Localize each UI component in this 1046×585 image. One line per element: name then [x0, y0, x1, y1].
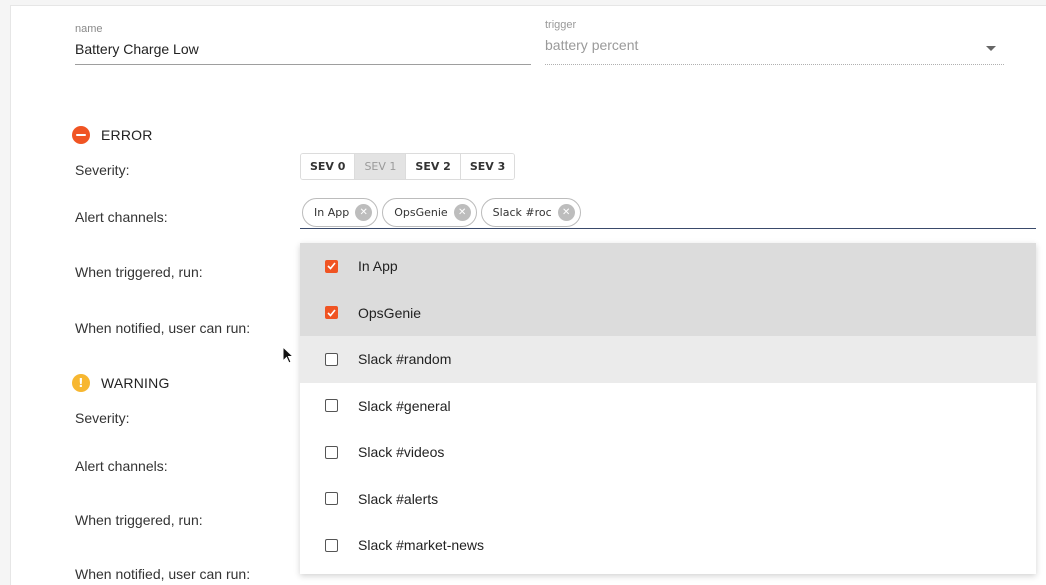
severity-toggle-group: SEV 0 SEV 1 SEV 2 SEV 3 — [300, 153, 516, 180]
trigger-select[interactable]: trigger battery percent — [545, 19, 1004, 65]
option-label: Slack #alerts — [358, 490, 439, 507]
option-label: Slack #random — [358, 351, 452, 368]
chip-label: OpsGenie — [394, 206, 448, 219]
option-slack-general[interactable]: Slack #general — [300, 383, 1036, 430]
sev1-button[interactable]: SEV 1 — [355, 154, 407, 179]
checkbox-icon[interactable] — [325, 538, 338, 552]
sev2-button[interactable]: SEV 2 — [406, 154, 461, 179]
checkbox-icon[interactable] — [325, 352, 338, 366]
checkbox-icon[interactable] — [325, 445, 338, 459]
error-when-triggered-label: When triggered, run: — [75, 264, 203, 280]
chip-slack-roc[interactable]: Slack #roc ✕ — [480, 198, 581, 227]
chevron-down-icon[interactable] — [986, 46, 996, 51]
chip-label: In App — [314, 206, 350, 219]
exclamation-circle-icon: ! — [72, 374, 90, 392]
trigger-underline — [545, 64, 1004, 65]
name-label: name — [75, 23, 103, 35]
option-opsgenie[interactable]: OpsGenie — [300, 289, 1036, 336]
warning-severity-label: Severity: — [75, 410, 130, 426]
mouse-cursor-icon — [282, 346, 294, 364]
close-icon[interactable]: ✕ — [557, 204, 575, 221]
name-underline — [75, 64, 531, 65]
name-field[interactable]: name Battery Charge Low — [75, 23, 531, 65]
option-label: Slack #general — [358, 397, 451, 414]
warning-section-header: ! WARNING — [72, 374, 170, 392]
option-label: OpsGenie — [358, 304, 422, 321]
chip-opsgenie[interactable]: OpsGenie ✕ — [382, 198, 477, 227]
chip-in-app[interactable]: In App ✕ — [302, 198, 379, 227]
trigger-value[interactable]: battery percent — [545, 37, 1004, 53]
minus-circle-icon — [72, 126, 90, 144]
option-slack-market-news[interactable]: Slack #market-news — [300, 522, 1036, 569]
option-label: Slack #market-news — [358, 537, 485, 554]
option-in-app[interactable]: In App — [300, 243, 1036, 290]
sev3-button[interactable]: SEV 3 — [460, 154, 515, 179]
option-slack-alerts[interactable]: Slack #alerts — [300, 476, 1036, 523]
error-section-header: ERROR — [72, 126, 153, 144]
warning-when-notified-label: When notified, user can run: — [75, 566, 251, 582]
option-label: In App — [358, 258, 398, 275]
checkbox-icon[interactable] — [325, 306, 338, 320]
name-value[interactable]: Battery Charge Low — [75, 41, 531, 57]
error-when-notified-label: When notified, user can run: — [75, 320, 251, 336]
alert-channels-input[interactable]: In App ✕ OpsGenie ✕ Slack #roc ✕ — [300, 198, 1036, 229]
warning-alert-channels-label: Alert channels: — [75, 458, 168, 474]
option-slack-random[interactable]: Slack #random — [300, 336, 1036, 383]
chip-label: Slack #roc — [492, 206, 552, 219]
warning-title: WARNING — [101, 375, 170, 391]
error-title: ERROR — [101, 127, 153, 143]
checkbox-icon[interactable] — [325, 492, 338, 506]
close-icon[interactable]: ✕ — [453, 204, 471, 221]
close-icon[interactable]: ✕ — [355, 204, 373, 221]
checkbox-icon[interactable] — [325, 399, 338, 413]
option-slack-videos[interactable]: Slack #videos — [300, 429, 1036, 476]
error-alert-channels-label: Alert channels: — [75, 209, 168, 225]
error-severity-label: Severity: — [75, 162, 130, 178]
trigger-label: trigger — [545, 19, 577, 31]
checkbox-icon[interactable] — [325, 259, 338, 273]
alert-channels-dropdown: In App OpsGenie Slack #random Slack #gen… — [300, 243, 1036, 574]
option-label: Slack #videos — [358, 444, 445, 461]
sev0-button[interactable]: SEV 0 — [301, 154, 356, 179]
warning-when-triggered-label: When triggered, run: — [75, 512, 203, 528]
